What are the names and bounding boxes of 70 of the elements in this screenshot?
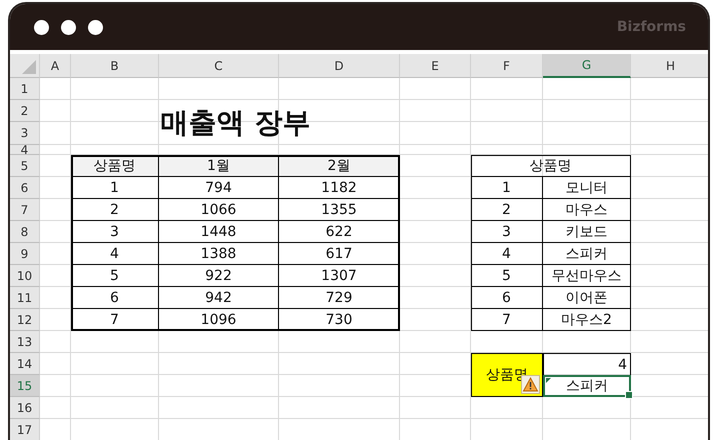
column-header[interactable]: D [279,54,400,78]
table-cell: 942 [159,287,279,309]
table-cell: 730 [279,309,400,331]
table-cell: 922 [159,265,279,287]
row-header[interactable]: 6 [10,177,40,199]
table-cell: 키보드 [543,221,631,243]
row-header[interactable]: 2 [10,100,40,122]
table-cell: 모니터 [543,177,631,199]
brand-logo: Bizforms [616,19,686,35]
table-cell: 무선마우스 [543,265,631,287]
column-header[interactable]: F [471,54,543,78]
column-header[interactable]: C [159,54,279,78]
column-header[interactable]: G [543,54,631,78]
column-header[interactable]: E [400,54,471,78]
table-cell: 4 [471,243,543,265]
row-header[interactable]: 11 [10,287,40,309]
table-cell: 1 [471,177,543,199]
number-cell: 4 [543,353,631,375]
table-cell: 5 [71,265,159,287]
sheet-title: 매출액 장부 [160,104,312,140]
table-cell: 2 [71,199,159,221]
table-cell: 7 [71,309,159,331]
row-header[interactable]: 17 [10,419,40,440]
table-cell: 1 [71,177,159,199]
table-cell: 1096 [159,309,279,331]
column-header[interactable]: B [71,54,159,78]
row-header[interactable]: 8 [10,221,40,243]
table-cell: 6 [471,287,543,309]
row-header[interactable]: 12 [10,309,40,331]
row-header[interactable]: 4 [10,145,40,155]
row-header[interactable]: 14 [10,353,40,375]
corner-triangle-icon [22,60,36,74]
column-header[interactable]: A [40,54,71,78]
table-cell: 4 [71,243,159,265]
column-header[interactable]: H [631,54,708,78]
table-cell: 마우스2 [543,309,631,331]
table-cell: 622 [279,221,400,243]
table-cell: 5 [471,265,543,287]
table-header-cell: 상품명 [471,155,631,177]
row-header[interactable]: 16 [10,397,40,419]
row-header[interactable]: 5 [10,155,40,177]
table-cell: 3 [471,221,543,243]
table-cell: 이어폰 [543,287,631,309]
table-cell: 1182 [279,177,400,199]
table-cell: 마우스 [543,199,631,221]
window-dot[interactable] [34,20,49,34]
row-header[interactable]: 10 [10,265,40,287]
row-header[interactable]: 9 [10,243,40,265]
row-header[interactable]: 7 [10,199,40,221]
table-cell: 6 [71,287,159,309]
window-dot[interactable] [61,20,76,34]
result-cell[interactable]: 스피커 [543,375,631,397]
table-cell: 3 [71,221,159,243]
table-cell: 1448 [159,221,279,243]
table-cell: 1066 [159,199,279,221]
table-cell: 스피커 [543,243,631,265]
row-header[interactable]: 3 [10,122,40,145]
table-header-cell: 1월 [159,155,279,177]
table-cell: 1355 [279,199,400,221]
row-header[interactable]: 13 [10,331,40,353]
table-cell: 617 [279,243,400,265]
row-header[interactable]: 15 [10,375,40,397]
table-cell: 1388 [159,243,279,265]
table-cell: 1307 [279,265,400,287]
window-dot[interactable] [88,20,103,34]
table-cell: 729 [279,287,400,309]
row-header[interactable]: 1 [10,78,40,100]
table-cell: 794 [159,177,279,199]
table-cell: 2 [471,199,543,221]
table-cell: 7 [471,309,543,331]
